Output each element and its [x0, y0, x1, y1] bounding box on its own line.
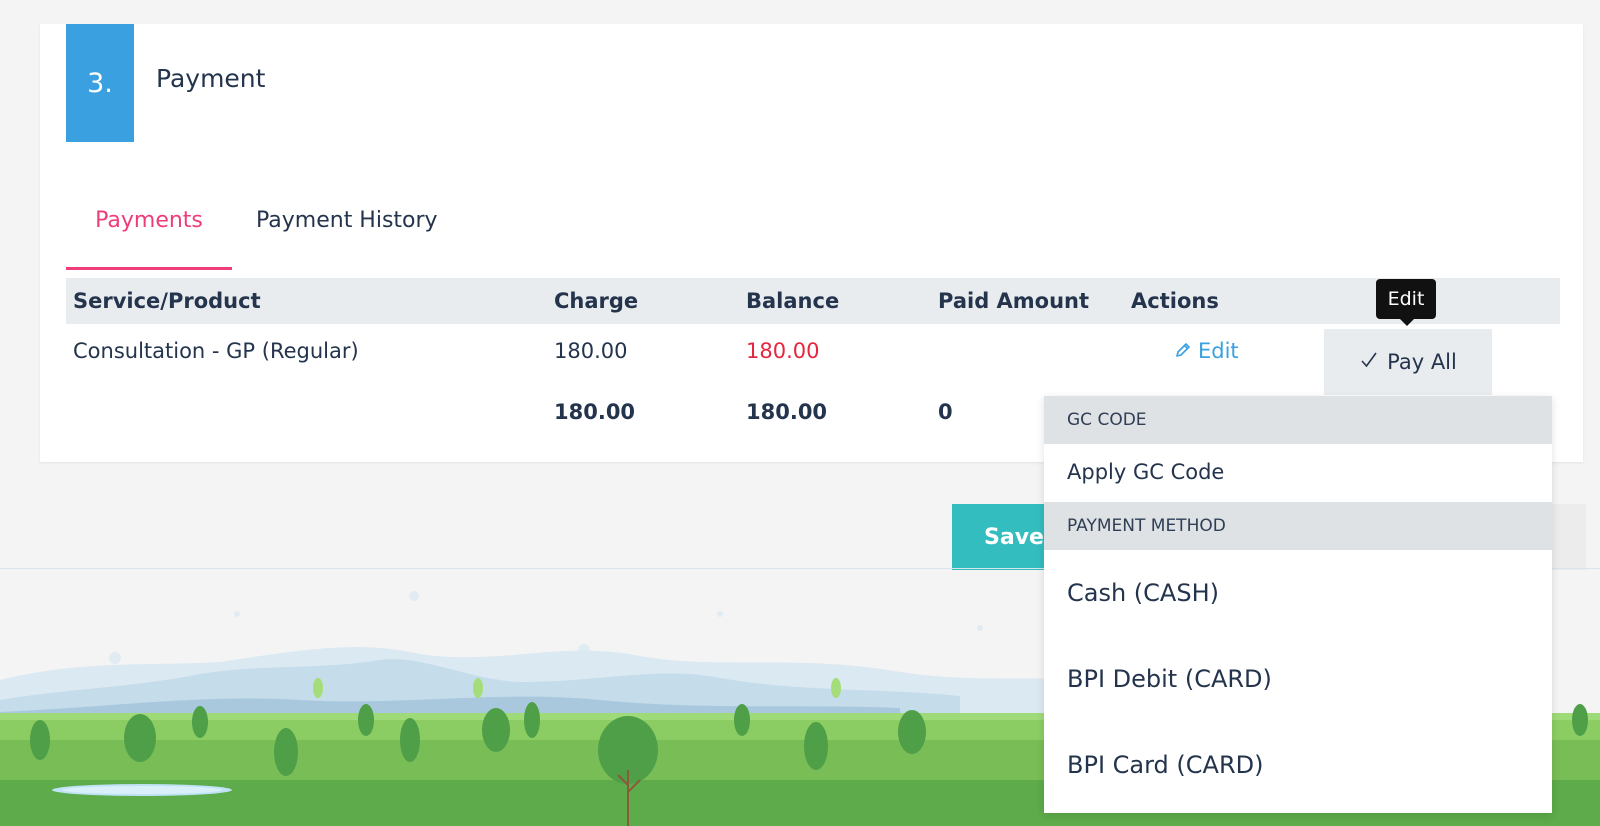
- menu-item-cash[interactable]: Cash (CASH): [1044, 550, 1552, 636]
- menu-item-apply-gc-code[interactable]: Apply GC Code: [1044, 444, 1552, 500]
- row-balance: 180.00: [746, 339, 820, 363]
- tab-payment-history[interactable]: Payment History: [256, 174, 438, 267]
- dropdown-header-payment-method: PAYMENT METHOD: [1044, 502, 1552, 550]
- pay-all-dropdown-menu: GC CODE Apply GC Code PAYMENT METHOD Cas…: [1044, 396, 1552, 813]
- edit-label: Edit: [1198, 339, 1239, 363]
- menu-item-bpi-card[interactable]: BPI Card (CARD): [1044, 722, 1552, 808]
- dropdown-header-gc-code: GC CODE: [1044, 396, 1552, 444]
- menu-item-bpi-debit[interactable]: BPI Debit (CARD): [1044, 636, 1552, 722]
- pay-all-label: Pay All: [1387, 350, 1457, 374]
- total-paid-amount: 0: [938, 400, 953, 424]
- row-charge: 180.00: [554, 339, 628, 363]
- step-number-badge: 3.: [66, 24, 134, 142]
- payment-tabs: Payments Payment History: [66, 174, 566, 270]
- section-title: Payment: [156, 64, 266, 93]
- total-balance: 180.00: [746, 400, 828, 424]
- pay-all-button[interactable]: Pay All: [1324, 329, 1492, 395]
- header-actions: Actions: [1131, 289, 1219, 313]
- total-charge: 180.00: [554, 400, 636, 424]
- edit-tooltip: Edit: [1376, 279, 1436, 326]
- row-service: Consultation - GP (Regular): [73, 339, 359, 363]
- pencil-icon: [1174, 340, 1192, 364]
- header-balance: Balance: [746, 289, 840, 313]
- edit-link[interactable]: Edit: [1174, 339, 1239, 364]
- header-charge: Charge: [554, 289, 639, 313]
- tab-payments[interactable]: Payments: [66, 174, 232, 270]
- header-paid-amount: Paid Amount: [938, 289, 1090, 313]
- checkmark-icon: [1359, 350, 1379, 375]
- table-header: Service/Product Charge Balance Paid Amou…: [66, 278, 1560, 324]
- header-service-product: Service/Product: [73, 289, 261, 313]
